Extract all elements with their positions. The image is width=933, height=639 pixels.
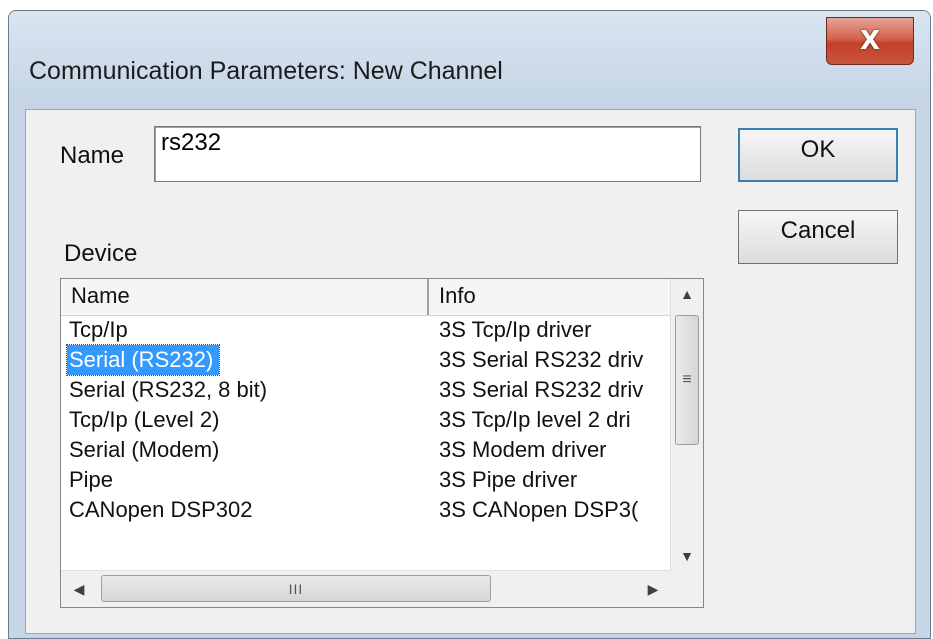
- device-row-pipe[interactable]: Pipe 3S Pipe driver: [61, 465, 671, 495]
- arrow-right-icon: ▶: [647, 580, 659, 597]
- close-button[interactable]: X: [826, 17, 914, 65]
- vertical-scroll-thumb[interactable]: ≡: [675, 315, 699, 445]
- scroll-right-button[interactable]: ▶: [635, 571, 671, 607]
- device-name: Pipe: [69, 467, 114, 492]
- device-info: 3S CANopen DSP3(: [439, 497, 639, 522]
- device-info: 3S Tcp/Ip driver: [439, 317, 592, 342]
- device-name: Serial (Modem): [69, 437, 220, 462]
- title-bar[interactable]: Communication Parameters: New Channel X: [9, 11, 930, 109]
- dialog-client-area: Name rs232 OK Cancel Device Name Info Tc…: [25, 109, 916, 634]
- device-info: 3S Serial RS232 driv: [439, 347, 644, 372]
- cancel-button[interactable]: Cancel: [738, 210, 898, 264]
- column-header-info[interactable]: Info: [429, 279, 671, 315]
- device-row-serial-rs232-selected[interactable]: Serial (RS232) 3S Serial RS232 driv: [61, 344, 671, 376]
- device-row-tcpip[interactable]: Tcp/Ip 3S Tcp/Ip driver: [61, 315, 671, 345]
- device-label: Device: [64, 240, 138, 267]
- device-name: Serial (RS232): [65, 344, 221, 376]
- device-row-tcpip-level2[interactable]: Tcp/Ip (Level 2) 3S Tcp/Ip level 2 dri: [61, 405, 671, 435]
- device-info: 3S Modem driver: [439, 437, 607, 462]
- grip-icon: III: [288, 580, 304, 597]
- grip-icon: ≡: [682, 371, 692, 388]
- scroll-left-button[interactable]: ◀: [61, 571, 97, 607]
- scroll-up-button[interactable]: ▲: [671, 279, 703, 309]
- name-input[interactable]: rs232: [154, 126, 701, 182]
- device-info: 3S Tcp/Ip level 2 dri: [439, 407, 631, 432]
- device-row-serial-modem[interactable]: Serial (Modem) 3S Modem driver: [61, 435, 671, 465]
- device-list[interactable]: Name Info Tcp/Ip 3S Tcp/Ip driver Serial…: [60, 278, 704, 608]
- device-row-serial-rs232-8bit[interactable]: Serial (RS232, 8 bit) 3S Serial RS232 dr…: [61, 375, 671, 405]
- device-info: 3S Pipe driver: [439, 467, 578, 492]
- name-label: Name: [60, 142, 125, 169]
- arrow-up-icon: ▲: [680, 286, 694, 302]
- window-title: Communication Parameters: New Channel: [29, 57, 503, 85]
- horizontal-scroll-thumb[interactable]: III: [101, 575, 491, 602]
- device-name: Tcp/Ip: [69, 317, 128, 342]
- scroll-down-button[interactable]: ▼: [671, 541, 703, 571]
- dialog-window: Communication Parameters: New Channel X …: [8, 10, 931, 639]
- close-icon: X: [859, 26, 881, 56]
- arrow-down-icon: ▼: [680, 548, 694, 564]
- scrollbar-corner: [671, 571, 703, 607]
- device-rows: Tcp/Ip 3S Tcp/Ip driver Serial (RS232) 3…: [61, 315, 671, 525]
- device-info: 3S Serial RS232 driv: [439, 377, 644, 402]
- device-row-canopen-dsp302[interactable]: CANopen DSP302 3S CANopen DSP3(: [61, 495, 671, 525]
- device-name: Serial (RS232, 8 bit): [69, 377, 268, 402]
- arrow-left-icon: ◀: [73, 580, 85, 597]
- device-name: Tcp/Ip (Level 2): [69, 407, 220, 432]
- horizontal-scrollbar[interactable]: ◀ III ▶: [61, 570, 671, 607]
- column-header-name[interactable]: Name: [61, 279, 429, 315]
- vertical-scrollbar[interactable]: ▲ ≡ ▼: [670, 279, 703, 571]
- list-header: Name Info: [61, 279, 671, 316]
- ok-button[interactable]: OK: [738, 128, 898, 182]
- device-name: CANopen DSP302: [69, 497, 253, 522]
